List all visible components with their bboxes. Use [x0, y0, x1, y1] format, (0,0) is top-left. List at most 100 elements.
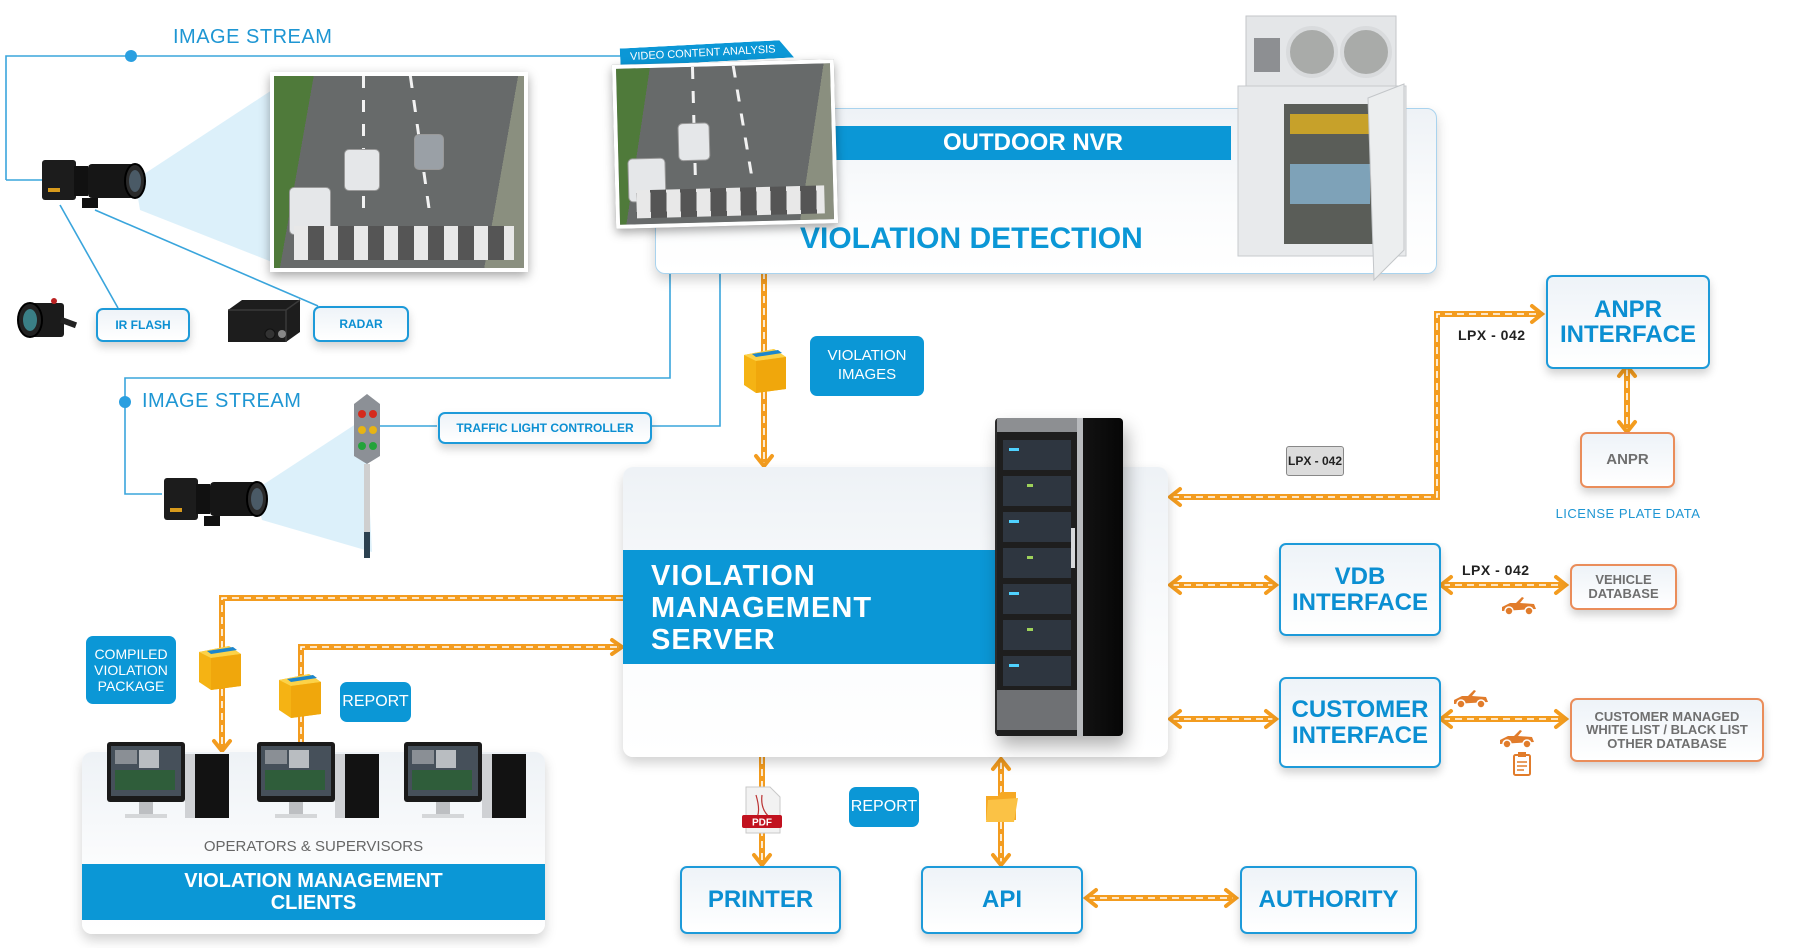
arrow-head	[1264, 575, 1280, 595]
camera-icon	[164, 478, 268, 526]
traffic-light-icon	[354, 394, 380, 558]
image-stream-label-top: IMAGE STREAM	[173, 26, 333, 48]
server-rack	[995, 418, 1123, 736]
folder-icon	[984, 790, 1020, 824]
nvr-cabinet-icon	[1237, 15, 1407, 282]
package-box-icon	[742, 345, 788, 393]
clients-title-line-2: CLIENTS	[270, 892, 357, 914]
ir-flash-label: IR FLASH	[115, 317, 171, 332]
arrow-head	[1530, 304, 1546, 324]
compiled-violation-package-tag: COMPILED VIOLATION PACKAGE	[86, 636, 176, 704]
radar-box: RADAR	[313, 306, 409, 342]
arrow-head	[991, 755, 1011, 771]
pdf-file-icon: PDF	[742, 785, 782, 835]
api-label: API	[981, 886, 1022, 914]
traffic-light-controller-label: TRAFFIC LIGHT CONTROLLER	[456, 420, 634, 435]
outdoor-nvr-cabinet	[1228, 14, 1424, 282]
arrow-head	[1166, 575, 1182, 595]
traffic-light	[352, 392, 382, 562]
anpr-interface-line-2: INTERFACE	[1559, 321, 1696, 348]
workstation-icon	[404, 742, 526, 818]
vdb-plate-text: LPX - 042	[1462, 562, 1530, 578]
arrow-head	[754, 454, 774, 470]
package-box-icon	[277, 670, 323, 718]
outdoor-nvr-label: OUTDOOR NVR	[943, 129, 1123, 156]
arrow-head	[991, 853, 1011, 869]
traffic-light-controller-box: TRAFFIC LIGHT CONTROLLER	[438, 412, 652, 444]
server-title-line-2: MANAGEMENT	[651, 592, 873, 624]
violation-images-tag: VIOLATION IMAGES	[810, 336, 924, 396]
compiled-package-line-2: VIOLATION	[94, 661, 168, 678]
customer-managed-database-box: CUSTOMER MANAGED WHITE LIST / BLACK LIST O…	[1570, 698, 1764, 762]
arrow-head	[1617, 420, 1637, 436]
car-icon	[1500, 595, 1538, 617]
api-box: API	[921, 866, 1083, 934]
clients-title-line-1: VIOLATION MANAGEMENT	[184, 870, 443, 892]
workstation-icon	[257, 742, 379, 818]
arrow-head	[1437, 709, 1453, 729]
operators-supervisors-label: OPERATORS & SUPERVISORS	[203, 838, 424, 855]
car-icon	[1452, 688, 1490, 710]
anpr-label: ANPR	[1606, 451, 1649, 469]
arrow-head	[1554, 575, 1570, 595]
customer-interface-box: CUSTOMER INTERFACE	[1279, 677, 1441, 768]
ir-flash-device	[10, 295, 80, 347]
vehicle-database-line-1: VEHICLE	[1595, 572, 1652, 588]
customer-interface-line-2: INTERFACE	[1291, 721, 1428, 749]
arrow-head	[1166, 487, 1182, 507]
ir-flash-box: IR FLASH	[96, 308, 190, 342]
workstation-icon	[107, 742, 229, 818]
anpr-box: ANPR	[1580, 432, 1675, 488]
pdf-label: PDF	[752, 818, 772, 829]
car-icon	[1498, 728, 1536, 750]
server-title-band: VIOLATION MANAGEMENT SERVER	[623, 550, 998, 664]
arrow-head	[1082, 888, 1098, 908]
arrow-head	[610, 638, 626, 656]
compiled-package-line-1: COMPILED	[94, 645, 168, 662]
vdb-interface-line-2: INTERFACE	[1291, 588, 1428, 616]
radar-label: RADAR	[339, 316, 383, 331]
arrow-head	[1166, 709, 1182, 729]
camera-icon	[42, 160, 146, 208]
output-report-tag: REPORT	[849, 787, 919, 827]
violation-detection-title: VIOLATION DETECTION	[800, 222, 1143, 255]
arrow-head	[1554, 709, 1570, 729]
server-title-line-3: SERVER	[651, 624, 776, 656]
authority-label: AUTHORITY	[1258, 886, 1399, 914]
image-stream-label-bottom: IMAGE STREAM	[142, 390, 302, 412]
camera-view-cone-top	[135, 90, 272, 262]
client-workstation-2	[255, 740, 385, 830]
package-box-icon	[197, 642, 243, 690]
clients-title-band: VIOLATION MANAGEMENT CLIENTS	[82, 864, 545, 920]
traffic-scene-photo	[270, 72, 528, 272]
customer-managed-line-3: OTHER DATABASE	[1607, 735, 1727, 751]
ir-flash-icon	[17, 298, 78, 338]
license-plate-data-label: LICENSE PLATE DATA	[1555, 506, 1701, 521]
printer-box: PRINTER	[680, 866, 841, 934]
outdoor-nvr-band: OUTDOOR NVR	[835, 126, 1231, 160]
violation-images-line-1: VIOLATION	[827, 347, 907, 365]
anpr-interface-box: ANPR INTERFACE	[1546, 275, 1710, 369]
stream-node-dot-bottom	[119, 396, 131, 408]
arrow-head	[752, 853, 772, 869]
customer-interface-line-1: CUSTOMER	[1291, 696, 1429, 724]
compiled-package-line-3: PACKAGE	[97, 678, 165, 695]
client-workstation-1	[105, 740, 235, 830]
customer-managed-line-1: CUSTOMER MANAGED	[1594, 708, 1740, 724]
ip-camera-top	[38, 152, 148, 224]
ip-camera-bottom	[160, 470, 272, 544]
server-title-line-1: VIOLATION	[651, 560, 816, 592]
arrow-head	[1264, 709, 1280, 729]
arrow-head	[1224, 888, 1240, 908]
customer-managed-line-2: WHITE LIST / BLACK LIST	[1586, 722, 1748, 738]
vca-scene-photo	[611, 59, 839, 229]
clipboard-icon	[1512, 752, 1532, 776]
anpr-plate-text: LPX - 042	[1458, 327, 1526, 343]
vdb-interface-box: VDB INTERFACE	[1279, 543, 1441, 636]
violation-images-line-2: IMAGES	[837, 366, 897, 383]
radar-icon	[228, 299, 301, 342]
anpr-interface-line-1: ANPR	[1593, 295, 1662, 323]
vehicle-database-line-2: DATABASE	[1588, 586, 1659, 601]
license-plate-badge: LPX - 042	[1286, 446, 1344, 476]
vdb-interface-line-1: VDB	[1334, 563, 1386, 591]
